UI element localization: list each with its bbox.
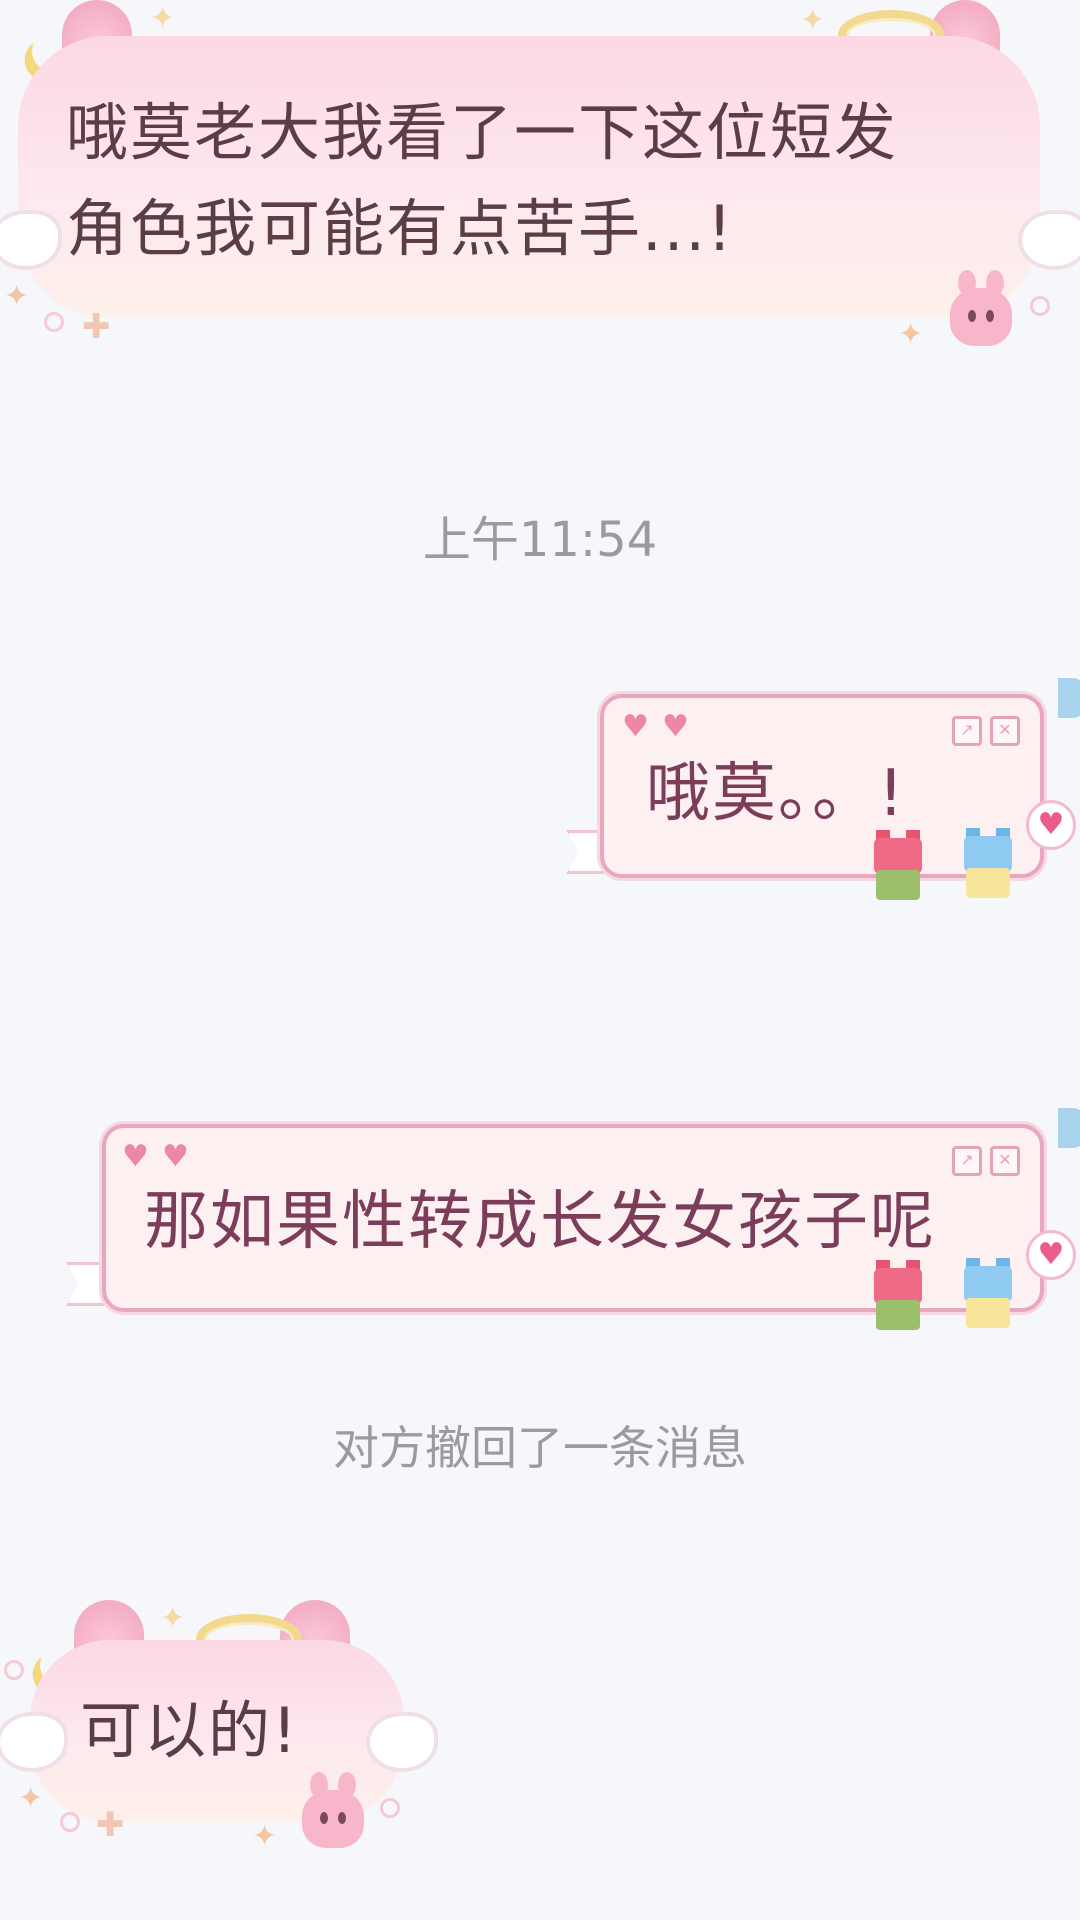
heart-icon: ♥ <box>162 1139 189 1174</box>
message-text-line: 哦莫老大我看了一下这位短发 <box>66 96 899 169</box>
sparkle-icon: ✦ <box>18 1781 44 1816</box>
heart-icon: ♥ <box>1026 1230 1076 1280</box>
ring-decoration <box>1030 296 1050 316</box>
bunny-mascot-icon <box>302 1772 364 1848</box>
pixel-pink-cat-icon <box>870 830 926 902</box>
wing-blue-decoration <box>1058 678 1080 718</box>
pixel-blue-cat-icon <box>960 828 1016 900</box>
wing-right-decoration <box>1018 210 1080 270</box>
heart-icon: ♥ <box>622 709 649 744</box>
recall-notice: 对方撤回了一条消息 <box>333 1421 747 1475</box>
expand-icon: ↗ <box>952 716 982 746</box>
expand-icon: ↗ <box>952 1146 982 1176</box>
sparkle-icon: ✦ <box>800 3 826 38</box>
sparkle-icon: ✦ <box>252 1819 278 1854</box>
plus-sparkle-icon: ✚ <box>96 1805 125 1845</box>
close-icon: ✕ <box>990 716 1020 746</box>
message-text: 哦莫。。! <box>646 757 906 831</box>
ring-decoration <box>44 312 64 332</box>
sparkle-icon: ✦ <box>898 317 924 352</box>
ring-decoration <box>4 1660 24 1680</box>
wing-blue-decoration <box>1058 1108 1080 1148</box>
ring-decoration <box>60 1812 80 1832</box>
heart-icon: ♥ <box>122 1139 149 1174</box>
message-text: 可以的! <box>80 1694 299 1767</box>
ring-decoration <box>380 1798 400 1818</box>
heart-icon: ♥ <box>1026 800 1076 850</box>
heart-icon: ♥ <box>662 709 689 744</box>
message-text: 那如果性转成长发女孩子呢 <box>144 1185 936 1259</box>
close-icon: ✕ <box>990 1146 1020 1176</box>
bunny-mascot-icon <box>950 270 1012 346</box>
pixel-pink-cat-icon <box>870 1260 926 1332</box>
sparkle-icon: ✦ <box>160 1601 186 1636</box>
plus-sparkle-icon: ✚ <box>82 307 111 347</box>
wing-right-decoration <box>366 1712 438 1772</box>
sparkle-icon: ✦ <box>150 1 176 36</box>
timestamp: 上午11:54 <box>422 512 658 568</box>
pixel-blue-cat-icon <box>960 1258 1016 1330</box>
message-text-line: 角色我可能有点苦手...! <box>66 192 734 265</box>
sparkle-icon: ✦ <box>4 279 30 314</box>
